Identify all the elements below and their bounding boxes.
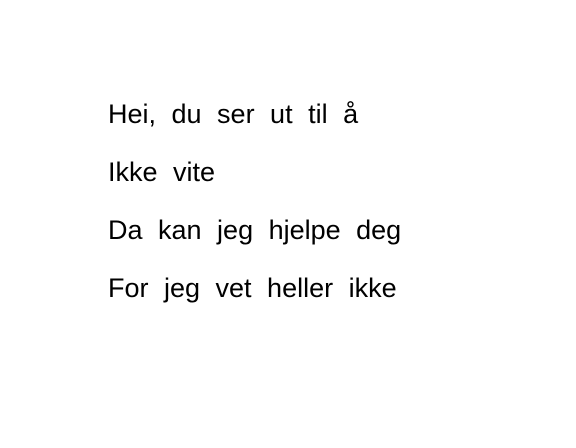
poem-line-1: Hei, du ser ut til å	[108, 99, 359, 129]
poem-text-block: Hei, du ser ut til å Ikke vite Da kan je…	[108, 100, 401, 332]
poem-line-2: Ikke vite	[108, 157, 216, 187]
page: Hei, du ser ut til å Ikke vite Da kan je…	[0, 0, 576, 448]
poem-line-4: For jeg vet heller ikke	[108, 273, 397, 303]
poem-line-3: Da kan jeg hjelpe deg	[108, 215, 402, 245]
